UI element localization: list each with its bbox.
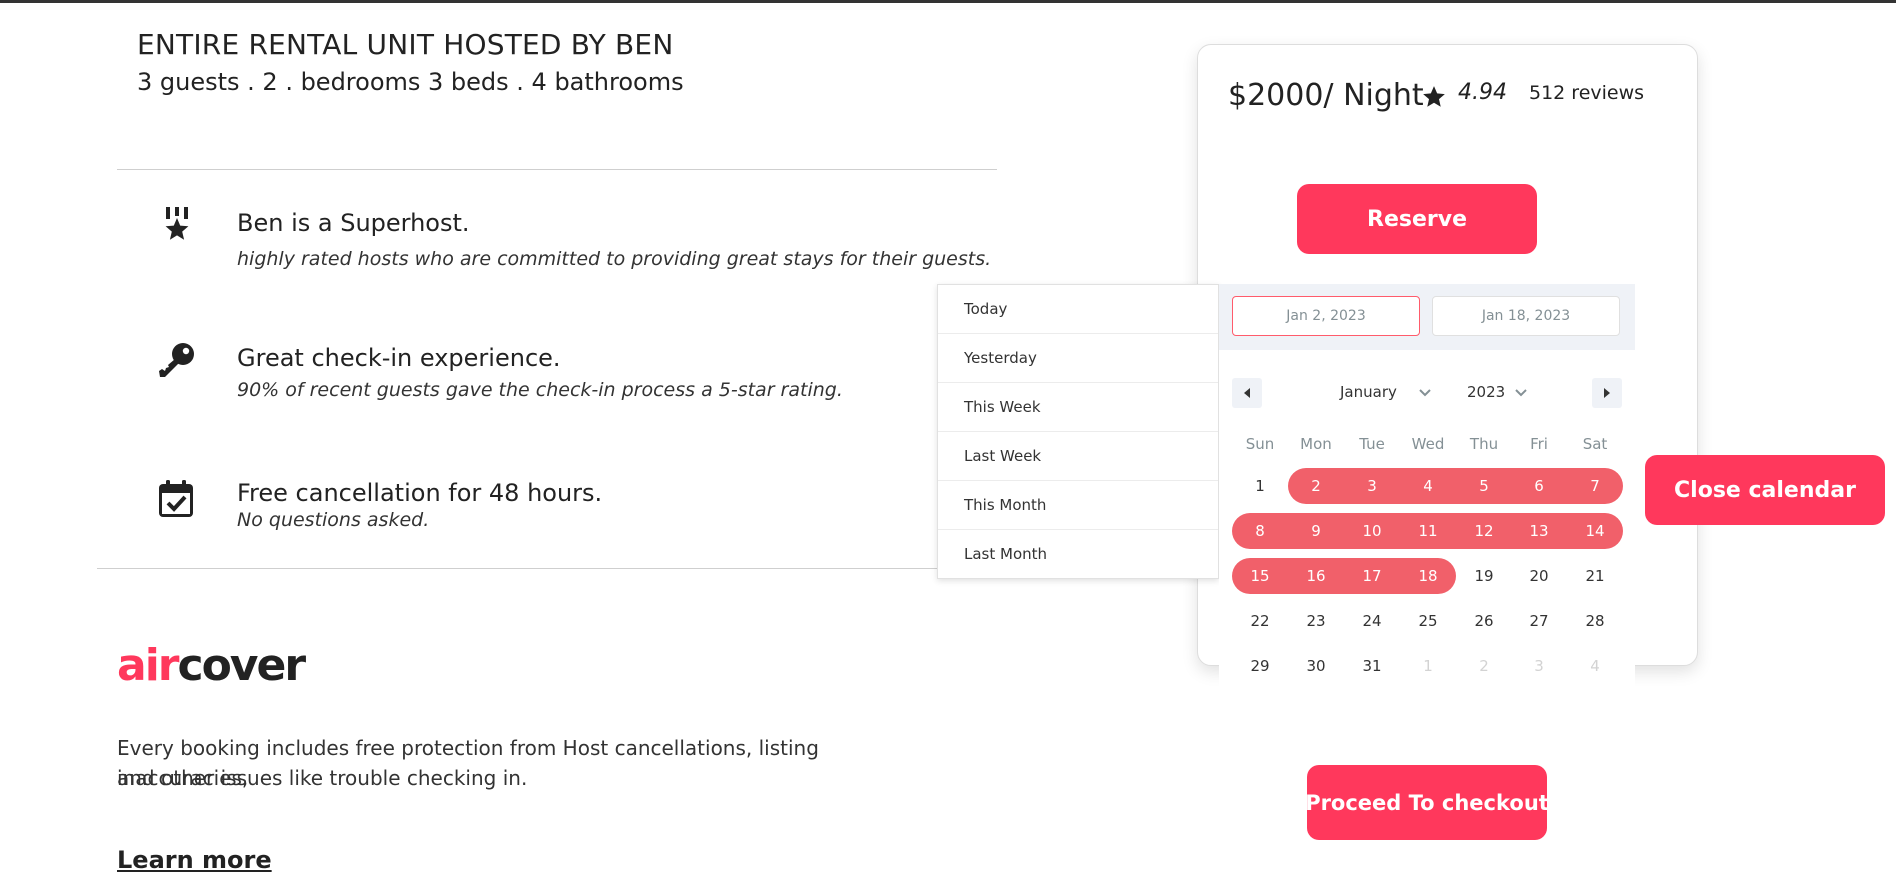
divider — [117, 169, 997, 170]
calendar-day[interactable]: 6 — [1511, 468, 1567, 504]
calendar-day[interactable]: 26 — [1456, 603, 1512, 639]
calendar-check-icon — [159, 480, 193, 517]
calendar-day[interactable]: 18 — [1400, 558, 1456, 594]
feature-description: 90% of recent guests gave the check-in p… — [237, 379, 843, 401]
date-range-presets: Today Yesterday This Week Last Week This… — [937, 284, 1219, 579]
aircover-logo: aircover — [117, 640, 306, 691]
calendar-day[interactable]: 13 — [1511, 513, 1567, 549]
next-month-button[interactable] — [1592, 378, 1622, 408]
calendar-day[interactable]: 22 — [1232, 603, 1288, 639]
calendar-day-outside: 1 — [1423, 657, 1433, 675]
calendar-day[interactable]: 2 — [1288, 468, 1344, 504]
key-icon — [159, 343, 194, 377]
weekday-label: Wed — [1411, 435, 1445, 453]
feature-title: Ben is a Superhost. — [237, 209, 470, 237]
calendar-day-outside: 2 — [1479, 657, 1489, 675]
feature-title: Great check-in experience. — [237, 344, 561, 372]
calendar-day[interactable]: 25 — [1400, 603, 1456, 639]
weekday-label: Thu — [1469, 435, 1499, 453]
range-option-yesterday[interactable]: Yesterday — [938, 334, 1218, 383]
range-option-this-week[interactable]: This Week — [938, 383, 1218, 432]
weekday-label: Sun — [1245, 435, 1275, 453]
range-option-today[interactable]: Today — [938, 285, 1218, 334]
calendar-day[interactable]: 8 — [1232, 513, 1288, 549]
proceed-to-checkout-button[interactable]: Proceed To checkout — [1305, 765, 1549, 840]
calendar-day[interactable]: 27 — [1511, 603, 1567, 639]
price-per-night: $2000/ Night — [1228, 78, 1424, 113]
chevron-down-icon — [1419, 389, 1431, 397]
weekday-label: Mon — [1300, 435, 1332, 453]
range-option-last-week[interactable]: Last Week — [938, 432, 1218, 481]
calendar-day[interactable]: 5 — [1456, 468, 1512, 504]
calendar-day[interactable]: 9 — [1288, 513, 1344, 549]
calendar-day[interactable]: 10 — [1344, 513, 1400, 549]
weekday-label: Sat — [1582, 435, 1608, 453]
range-option-last-month[interactable]: Last Month — [938, 530, 1218, 578]
end-date-input[interactable] — [1432, 296, 1620, 336]
calendar-day[interactable]: 19 — [1456, 558, 1512, 594]
year-select[interactable]: 2023 — [1467, 383, 1505, 401]
month-select[interactable]: January — [1340, 383, 1397, 401]
calendar-day-outside: 3 — [1534, 657, 1544, 675]
feature-description: highly rated hosts who are committed to … — [237, 248, 992, 270]
star-icon — [1423, 86, 1445, 107]
calendar-day[interactable]: 24 — [1344, 603, 1400, 639]
learn-more-link[interactable]: Learn more — [117, 846, 272, 874]
close-calendar-button[interactable]: Close calendar — [1645, 455, 1885, 525]
feature-title: Free cancellation for 48 hours. — [237, 479, 603, 507]
aircover-logo-air: air — [117, 640, 180, 691]
aircover-logo-cover: cover — [177, 640, 306, 691]
arrow-left-icon — [1244, 388, 1250, 398]
weekday-label: Tue — [1359, 435, 1385, 453]
arrow-right-icon — [1604, 388, 1610, 398]
calendar-day[interactable]: 30 — [1288, 648, 1344, 684]
calendar-day[interactable]: 17 — [1344, 558, 1400, 594]
prev-month-button[interactable] — [1232, 378, 1262, 408]
listing-subtitle: 3 guests . 2 . bedrooms 3 beds . 4 bathr… — [137, 68, 684, 96]
feature-description: No questions asked. — [237, 509, 430, 531]
calendar-day[interactable]: 7 — [1567, 468, 1623, 504]
calendar-day-outside: 4 — [1590, 657, 1600, 675]
calendar-day[interactable]: 20 — [1511, 558, 1567, 594]
calendar-day[interactable]: 15 — [1232, 558, 1288, 594]
reserve-button[interactable]: Reserve — [1297, 184, 1537, 254]
calendar-day[interactable]: 1 — [1232, 468, 1288, 504]
calendar-day[interactable]: 11 — [1400, 513, 1456, 549]
aircover-description-line2: and other issues like trouble checking i… — [117, 766, 528, 790]
calendar-day[interactable]: 23 — [1288, 603, 1344, 639]
calendar-day[interactable]: 28 — [1567, 603, 1623, 639]
calendar-day[interactable]: 16 — [1288, 558, 1344, 594]
calendar-day[interactable]: 21 — [1567, 558, 1623, 594]
calendar-day[interactable]: 12 — [1456, 513, 1512, 549]
rating-value: 4.94 — [1458, 80, 1507, 105]
calendar-day[interactable]: 4 — [1400, 468, 1456, 504]
reviews-count: 512 reviews — [1529, 82, 1645, 104]
calendar-day[interactable]: 31 — [1344, 648, 1400, 684]
calendar-day[interactable]: 29 — [1232, 648, 1288, 684]
calendar-day[interactable]: 3 — [1344, 468, 1400, 504]
top-border — [0, 0, 1896, 3]
chevron-down-icon — [1515, 389, 1527, 397]
calendar-day[interactable]: 14 — [1567, 513, 1623, 549]
range-option-this-month[interactable]: This Month — [938, 481, 1218, 530]
superhost-medal-icon — [165, 207, 189, 240]
divider — [97, 568, 997, 569]
listing-title: ENTIRE RENTAL UNIT HOSTED BY BEN — [137, 28, 674, 61]
start-date-input[interactable] — [1232, 296, 1420, 336]
weekday-label: Fri — [1530, 435, 1548, 453]
